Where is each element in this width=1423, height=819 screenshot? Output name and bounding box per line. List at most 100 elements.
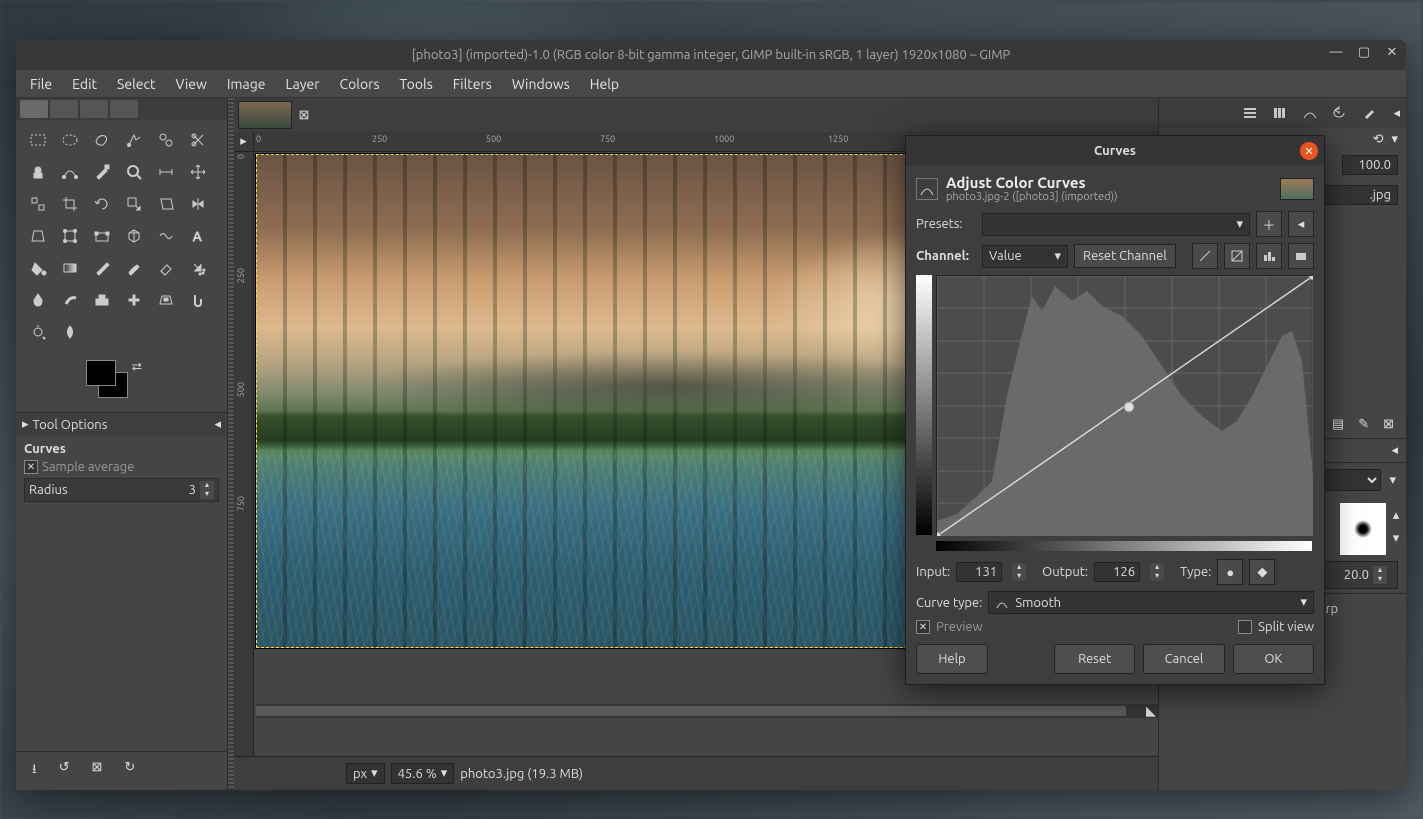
hist-type2-icon[interactable] xyxy=(1288,243,1314,269)
rect-select-tool[interactable] xyxy=(24,126,52,154)
sample-average-checkbox[interactable]: ✕ xyxy=(24,460,38,474)
warp-tool[interactable] xyxy=(152,222,180,250)
paintbrush-tool[interactable] xyxy=(120,254,148,282)
menu-view[interactable]: View xyxy=(167,72,214,96)
toolbox-tab[interactable] xyxy=(20,100,48,118)
brush-dropdown-icon[interactable]: ▾ xyxy=(1389,473,1396,488)
document-tab-close[interactable]: ⊠ xyxy=(296,107,312,123)
panel-toggle-icon[interactable]: ▸ xyxy=(22,417,29,432)
delete-preset-icon[interactable]: ⊠ xyxy=(91,760,102,782)
dock2-menu-icon[interactable]: ◂ xyxy=(1391,443,1398,458)
dialog-titlebar[interactable]: Curves ✕ xyxy=(906,136,1324,166)
swap-colors-icon[interactable]: ⮂ xyxy=(132,360,142,375)
delete-layer-icon[interactable]: ⊠ xyxy=(1383,417,1394,432)
move-tool[interactable] xyxy=(184,158,212,186)
restore-preset-icon[interactable]: ↺ xyxy=(59,760,70,782)
menu-layer[interactable]: Layer xyxy=(277,72,327,96)
blur-sharpen-tool[interactable] xyxy=(56,318,84,346)
history-tab[interactable] xyxy=(80,100,108,118)
shear-tool[interactable] xyxy=(152,190,180,218)
eraser-tool[interactable] xyxy=(152,254,180,282)
hist-type1-icon[interactable] xyxy=(1256,243,1282,269)
perspective-tool[interactable] xyxy=(24,222,52,250)
new-layer-icon[interactable]: ✎ xyxy=(1358,417,1369,432)
rotate-tool[interactable] xyxy=(88,190,116,218)
color-picker-tool[interactable] xyxy=(88,158,116,186)
smudge-tool[interactable] xyxy=(184,286,212,314)
dodge-burn-tool[interactable] xyxy=(24,318,52,346)
radius-field[interactable]: Radius 3 ▴▾ xyxy=(24,478,219,502)
maximize-button[interactable]: ▢ xyxy=(1356,44,1372,60)
bucket-fill-tool[interactable] xyxy=(24,254,52,282)
menu-image[interactable]: Image xyxy=(219,72,274,96)
curve-type-select[interactable]: Smooth▾ xyxy=(988,591,1314,614)
zoom-select[interactable]: 45.6 %▾ xyxy=(391,763,455,784)
help-button[interactable]: Help xyxy=(916,644,988,674)
device-tab[interactable] xyxy=(50,100,78,118)
menu-filters[interactable]: Filters xyxy=(445,72,500,96)
ok-button[interactable]: OK xyxy=(1233,644,1314,674)
unit-select[interactable]: px▾ xyxy=(346,763,385,784)
by-color-select-tool[interactable] xyxy=(152,126,180,154)
measure-tool[interactable] xyxy=(152,158,180,186)
menu-help[interactable]: Help xyxy=(582,72,627,96)
flip-tool[interactable] xyxy=(184,190,212,218)
edit-layer-icon[interactable]: ▤ xyxy=(1332,417,1344,432)
align-tool[interactable] xyxy=(24,190,52,218)
mypaint-brush-tool[interactable] xyxy=(56,286,84,314)
ruler-vertical[interactable]: 0 250 500 750 xyxy=(234,152,254,756)
output-value-field[interactable]: 126 xyxy=(1094,562,1140,582)
ellipse-select-tool[interactable] xyxy=(56,126,84,154)
reset-zoom-icon[interactable]: ⟲ xyxy=(1373,132,1384,147)
fg-color-swatch[interactable] xyxy=(86,360,116,386)
brush-preview[interactable] xyxy=(1340,503,1386,555)
minimize-button[interactable]: — xyxy=(1328,44,1344,60)
heal-tool[interactable] xyxy=(120,286,148,314)
menu-windows[interactable]: Windows xyxy=(504,72,578,96)
scale-tool[interactable] xyxy=(120,190,148,218)
paths-tool[interactable] xyxy=(56,158,84,186)
perspective-clone-tool[interactable] xyxy=(152,286,180,314)
reset-channel-button[interactable]: Reset Channel xyxy=(1074,244,1176,268)
unified-transform-tool[interactable] xyxy=(56,222,84,250)
channel-select[interactable]: Value▾ xyxy=(982,245,1068,268)
fuzzy-select-tool[interactable] xyxy=(120,126,148,154)
reset-button[interactable]: Reset xyxy=(1054,644,1135,674)
preview-checkbox[interactable]: ✕ xyxy=(916,620,930,634)
add-preset-button[interactable]: ＋ xyxy=(1256,211,1282,237)
save-preset-icon[interactable]: ⭳ xyxy=(32,760,37,782)
ruler-origin[interactable]: ▸ xyxy=(234,132,254,152)
linear-hist-icon[interactable] xyxy=(1192,243,1218,269)
menu-colors[interactable]: Colors xyxy=(332,72,388,96)
ink-tool[interactable] xyxy=(24,286,52,314)
3d-transform-tool[interactable] xyxy=(120,222,148,250)
menu-select[interactable]: Select xyxy=(109,72,163,96)
brush-scroll-down[interactable]: ▾ xyxy=(1393,531,1400,546)
point-type-corner[interactable]: ◆ xyxy=(1249,559,1275,585)
zoom-menu-icon[interactable]: ▾ xyxy=(1391,132,1398,147)
clone-tool[interactable] xyxy=(88,286,116,314)
preset-menu-button[interactable]: ◂ xyxy=(1288,211,1314,237)
curve-editor[interactable] xyxy=(936,275,1312,535)
reset-preset-icon[interactable]: ↻ xyxy=(124,760,135,782)
dialog-close-button[interactable]: ✕ xyxy=(1300,142,1318,160)
input-value-field[interactable]: 131 xyxy=(956,562,1002,582)
point-type-smooth[interactable]: ● xyxy=(1217,559,1243,585)
channels-dock-icon[interactable] xyxy=(1267,102,1293,124)
cancel-button[interactable]: Cancel xyxy=(1143,644,1224,674)
brush-editor-icon[interactable] xyxy=(1357,102,1383,124)
scissors-tool[interactable] xyxy=(184,126,212,154)
crop-tool[interactable] xyxy=(56,190,84,218)
dock-menu-icon[interactable]: ◂ xyxy=(1393,106,1400,121)
close-button[interactable]: ✕ xyxy=(1384,44,1400,60)
panel-menu-icon[interactable]: ◂ xyxy=(214,417,221,432)
nav-preview-icon[interactable]: ◣ xyxy=(1144,704,1158,718)
free-select-tool[interactable] xyxy=(88,126,116,154)
radius-down[interactable]: ▾ xyxy=(200,490,214,499)
menu-file[interactable]: File xyxy=(22,72,60,96)
menu-edit[interactable]: Edit xyxy=(64,72,105,96)
titlebar[interactable]: [photo3] (imported)-1.0 (RGB color 8-bit… xyxy=(16,40,1406,70)
zoom-value-field[interactable]: 100.0 xyxy=(1342,155,1398,175)
gradient-tool[interactable] xyxy=(56,254,84,282)
text-tool[interactable]: A xyxy=(184,222,212,250)
